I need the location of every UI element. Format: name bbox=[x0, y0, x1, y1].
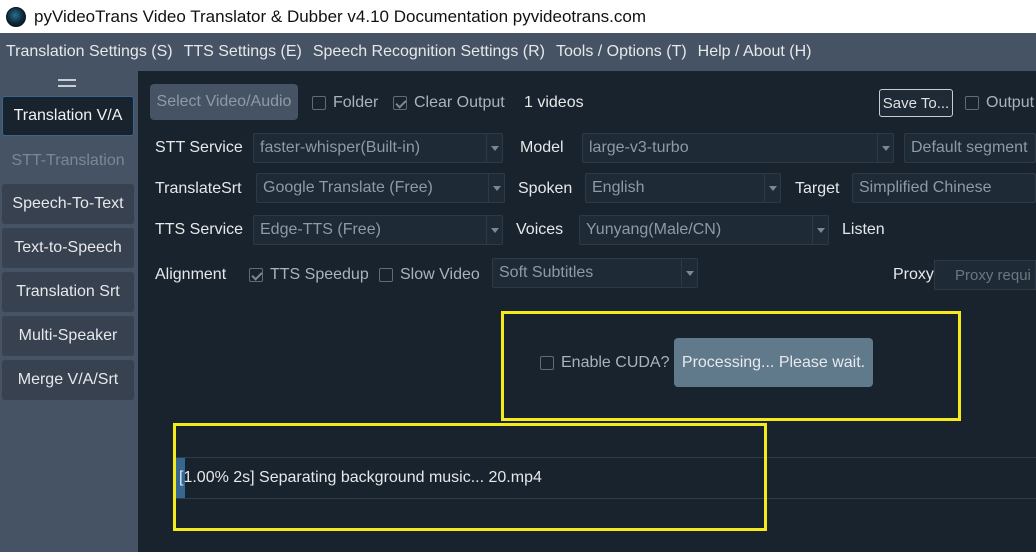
output-checkbox[interactable]: Output bbox=[965, 94, 1034, 112]
window-title: pyVideoTrans Video Translator & Dubber v… bbox=[34, 6, 647, 26]
output-checkbox-box[interactable] bbox=[965, 96, 979, 110]
segment-value: Default segment bbox=[911, 139, 1028, 156]
slow-video-checkbox-box[interactable] bbox=[379, 268, 393, 282]
translate-srt-select[interactable]: Google Translate (Free) bbox=[256, 173, 505, 203]
clear-output-checkbox[interactable]: Clear Output bbox=[393, 94, 505, 112]
voices-select[interactable]: Yunyang(Male/CN) bbox=[579, 215, 829, 245]
tts-speedup-label: TTS Speedup bbox=[270, 266, 369, 283]
app-icon bbox=[6, 6, 26, 27]
sidebar-item-text-to-speech[interactable]: Text-to-Speech bbox=[2, 228, 134, 268]
title-bar: pyVideoTrans Video Translator & Dubber v… bbox=[0, 0, 1036, 33]
stt-service-label: STT Service bbox=[155, 139, 243, 156]
slow-video-label: Slow Video bbox=[400, 266, 480, 283]
alignment-label: Alignment bbox=[155, 266, 227, 283]
stt-service-select[interactable]: faster-whisper(Built-in) bbox=[253, 133, 503, 163]
model-value: large-v3-turbo bbox=[589, 139, 689, 156]
drag-handle-icon[interactable] bbox=[58, 79, 76, 87]
voices-label: Voices bbox=[516, 221, 564, 238]
menu-tools-options[interactable]: Tools / Options (T) bbox=[556, 43, 687, 61]
sidebar-item-merge-va-srt[interactable]: Merge V/A/Srt bbox=[2, 360, 134, 400]
menu-bar: Translation Settings (S) TTS Settings (E… bbox=[0, 33, 1036, 71]
videos-count: 1 videos bbox=[524, 94, 584, 111]
subtitles-select[interactable]: Soft Subtitles bbox=[492, 258, 698, 288]
select-video-audio-button[interactable]: Select Video/Audio bbox=[150, 84, 298, 120]
sidebar-item-translation-srt[interactable]: Translation Srt bbox=[2, 272, 134, 312]
highlight-box-progress bbox=[173, 423, 767, 531]
proxy-label: Proxy bbox=[893, 266, 934, 283]
menu-help-about[interactable]: Help / About (H) bbox=[698, 43, 812, 61]
chevron-down-icon[interactable] bbox=[488, 174, 504, 202]
target-value: Simplified Chinese bbox=[859, 179, 992, 196]
sidebar-item-translation-va[interactable]: Translation V/A bbox=[2, 96, 134, 136]
tts-service-label: TTS Service bbox=[155, 221, 244, 238]
processing-button[interactable]: Processing... Please wait. bbox=[674, 338, 873, 387]
chevron-down-icon[interactable] bbox=[486, 134, 502, 162]
translate-srt-label: TranslateSrt bbox=[155, 180, 242, 197]
target-label: Target bbox=[795, 180, 840, 197]
sidebar-item-speech-to-text[interactable]: Speech-To-Text bbox=[2, 184, 134, 224]
voices-value: Yunyang(Male/CN) bbox=[586, 221, 722, 238]
menu-tts-settings[interactable]: TTS Settings (E) bbox=[184, 43, 302, 61]
sidebar-item-stt-translation[interactable]: STT-Translation bbox=[2, 141, 134, 181]
slow-video-checkbox[interactable]: Slow Video bbox=[379, 266, 480, 284]
enable-cuda-label: Enable CUDA? bbox=[561, 354, 670, 371]
menu-speech-recognition-settings[interactable]: Speech Recognition Settings (R) bbox=[313, 43, 545, 61]
folder-checkbox[interactable]: Folder bbox=[312, 94, 378, 112]
spoken-value: English bbox=[592, 179, 645, 196]
spoken-select[interactable]: English bbox=[585, 173, 781, 203]
clear-output-checkbox-box[interactable] bbox=[393, 96, 407, 110]
enable-cuda-checkbox[interactable]: Enable CUDA? bbox=[540, 354, 670, 372]
sidebar-item-multi-speaker[interactable]: Multi-Speaker bbox=[2, 316, 134, 356]
proxy-input[interactable]: Proxy requi bbox=[934, 260, 1036, 290]
chevron-down-icon[interactable] bbox=[486, 216, 502, 244]
tts-speedup-checkbox[interactable]: TTS Speedup bbox=[249, 266, 369, 284]
output-label: Output bbox=[986, 94, 1035, 111]
segment-select[interactable]: Default segment bbox=[904, 133, 1036, 163]
tts-service-select[interactable]: Edge-TTS (Free) bbox=[253, 215, 503, 245]
enable-cuda-checkbox-box[interactable] bbox=[540, 356, 554, 370]
folder-label: Folder bbox=[333, 94, 379, 111]
model-select[interactable]: large-v3-turbo bbox=[582, 133, 894, 163]
target-select[interactable]: Simplified Chinese bbox=[852, 173, 1036, 203]
tts-speedup-checkbox-box[interactable] bbox=[249, 268, 263, 282]
listen-button[interactable]: Listen bbox=[842, 221, 885, 239]
proxy-placeholder: Proxy requi bbox=[955, 266, 1031, 284]
sidebar: Translation V/A STT-Translation Speech-T… bbox=[0, 71, 138, 552]
tts-service-value: Edge-TTS (Free) bbox=[260, 221, 381, 238]
folder-checkbox-box[interactable] bbox=[312, 96, 326, 110]
spoken-label: Spoken bbox=[518, 180, 573, 197]
chevron-down-icon[interactable] bbox=[812, 216, 828, 244]
save-to-button[interactable]: Save To... bbox=[879, 89, 953, 117]
chevron-down-icon[interactable] bbox=[681, 259, 697, 287]
model-label: Model bbox=[520, 139, 564, 156]
clear-output-label: Clear Output bbox=[414, 94, 505, 111]
stt-service-value: faster-whisper(Built-in) bbox=[260, 139, 421, 156]
chevron-down-icon[interactable] bbox=[877, 134, 893, 162]
subtitles-value: Soft Subtitles bbox=[499, 264, 594, 281]
menu-translation-settings[interactable]: Translation Settings (S) bbox=[6, 43, 173, 61]
chevron-down-icon[interactable] bbox=[764, 174, 780, 202]
translate-srt-value: Google Translate (Free) bbox=[263, 179, 433, 196]
